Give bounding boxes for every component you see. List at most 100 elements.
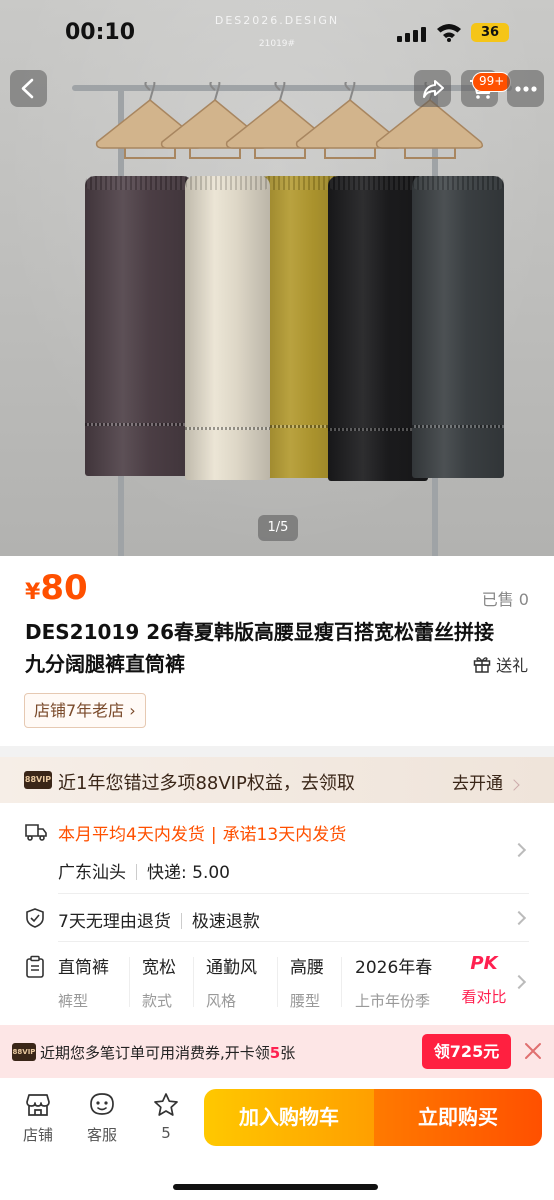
return-policy-text: 7天无理由退货 — [58, 912, 171, 932]
more-button[interactable] — [507, 70, 544, 107]
waistband — [85, 176, 193, 190]
divider — [58, 941, 529, 942]
share-button[interactable] — [414, 70, 451, 107]
service-card: 本月平均4天内发货 | 承诺13天内发货 广东汕头 快递: 5.00 7天无理由退货极… — [0, 803, 554, 1025]
shield-check-icon — [26, 908, 44, 928]
divider — [193, 957, 194, 1007]
attribute-item: 2026年春 上市年份季 — [355, 953, 441, 1011]
add-to-cart-button[interactable]: 加入购物车 — [204, 1089, 374, 1146]
product-image-carousel[interactable]: DES2026.DESIGN 21019# 00:10 36 99+ 1/5 — [0, 0, 554, 556]
home-indicator — [173, 1184, 378, 1190]
image-counter: 1/5 — [258, 515, 298, 541]
cart-count-badge: 99+ — [472, 72, 512, 92]
compare-label: 看对比 — [461, 988, 507, 1006]
pants-item — [185, 176, 270, 480]
divider — [58, 893, 529, 894]
status-bar: 00:10 36 — [0, 0, 554, 64]
attribute-key: 腰型 — [290, 992, 321, 1010]
tab-customer-service[interactable]: 客服 — [72, 1092, 132, 1145]
attribute-key: 裤型 — [58, 992, 89, 1010]
divider — [277, 957, 278, 1007]
favorites-count: 5 — [161, 1124, 171, 1142]
attribute-value: 高腰 — [290, 958, 324, 978]
bottom-action-bar: 店铺 客服 5 加入购物车 立即购买 — [0, 1078, 554, 1200]
wifi-icon — [437, 24, 461, 42]
lace-trim — [185, 427, 270, 430]
vip-banner-text: 近1年您错过多项88VIP权益，去领取 — [58, 773, 355, 794]
attribute-item: 通勤风 风格 — [206, 953, 257, 1011]
shipping-info[interactable]: 本月平均4天内发货 | 承诺13天内发货 — [58, 820, 346, 845]
chevron-right-icon[interactable] — [511, 842, 527, 858]
shop-age-tag[interactable]: 店铺7年老店 › — [24, 693, 146, 728]
attribute-key: 风格 — [206, 992, 237, 1010]
product-title-text: DES21019 26春夏韩版高腰显瘦百搭宽松蕾丝拼接九分阔腿裤直筒裤 — [25, 620, 495, 676]
coupon-bar: 88VIP 近期您多笔订单可用消费券,开卡领5张 领725元 — [0, 1025, 554, 1078]
shop-age-label: 店铺7年老店 — [34, 701, 125, 720]
coupon-text-post: 张 — [280, 1044, 296, 1062]
gift-icon — [473, 657, 491, 673]
coupon-text: 近期您多笔订单可用消费券,开卡领5张 — [40, 1042, 295, 1063]
attribute-item: 直筒裤 裤型 — [58, 953, 109, 1011]
express-fee: 快递: 5.00 — [147, 863, 230, 883]
price: ¥80 — [25, 568, 88, 608]
chevron-left-icon — [21, 78, 34, 99]
back-button[interactable] — [10, 70, 47, 107]
product-info-card: ¥80 已售 0 DES21019 26春夏韩版高腰显瘦百搭宽松蕾丝拼接九分阔腿… — [0, 556, 554, 746]
divider — [129, 957, 130, 1007]
claim-coupon-button[interactable]: 领725元 — [422, 1034, 511, 1069]
attribute-value: 直筒裤 — [58, 958, 109, 978]
pk-icon: PK — [470, 953, 498, 974]
attribute-item: 高腰 腰型 — [290, 953, 324, 1011]
attribute-value: 宽松 — [142, 958, 176, 978]
waistband — [412, 176, 504, 190]
ship-separator: | — [210, 825, 217, 845]
pants-item — [85, 176, 193, 476]
battery-icon: 36 — [471, 23, 509, 42]
gift-label: 送礼 — [496, 656, 529, 675]
tab-favorites[interactable]: 5 — [136, 1092, 196, 1142]
return-policy[interactable]: 7天无理由退货 极速退款 — [58, 907, 260, 932]
clipboard-icon — [26, 955, 44, 978]
chevron-right-icon — [508, 779, 521, 791]
signal-icon — [397, 27, 427, 42]
currency-symbol: ¥ — [25, 580, 41, 605]
share-icon — [423, 80, 444, 98]
shipping-origin: 广东汕头 快递: 5.00 — [58, 858, 230, 883]
tab-service-label: 客服 — [86, 1126, 117, 1144]
attribute-item: 宽松 款式 — [142, 953, 176, 1011]
store-icon — [26, 1094, 50, 1116]
attribute-key: 上市年份季 — [355, 992, 431, 1010]
ship-avg: 本月平均4天内发货 — [58, 825, 205, 845]
delivery-truck-icon — [25, 824, 47, 841]
gift-button[interactable]: 送礼 — [473, 650, 553, 682]
customer-service-icon — [90, 1093, 114, 1115]
tab-shop[interactable]: 店铺 — [8, 1092, 68, 1145]
compare-button[interactable]: PK 看对比 — [454, 953, 514, 1007]
more-icon — [515, 86, 537, 92]
pants-item — [412, 176, 504, 478]
refund-text: 极速退款 — [191, 912, 260, 932]
origin-city: 广东汕头 — [58, 863, 126, 883]
vip-open-label: 去开通 — [452, 774, 503, 794]
attribute-value: 2026年春 — [355, 958, 433, 978]
vip-open-link[interactable]: 去开通 — [452, 769, 521, 794]
chevron-right-icon[interactable] — [511, 910, 527, 926]
star-icon — [154, 1093, 178, 1116]
divider — [341, 957, 342, 1007]
sold-count: 已售 0 — [481, 590, 529, 609]
ship-promise: 承诺13天内发货 — [222, 825, 347, 845]
waistband — [185, 176, 270, 190]
close-icon[interactable] — [522, 1040, 544, 1062]
lace-trim — [412, 425, 504, 428]
chevron-right-icon[interactable] — [511, 974, 527, 990]
price-value: 80 — [40, 568, 88, 608]
chevron-right-icon: › — [129, 701, 136, 720]
buy-now-button[interactable]: 立即购买 — [374, 1089, 542, 1146]
product-attributes[interactable]: 直筒裤 裤型 宽松 款式 通勤风 风格 高腰 腰型 2026年春 上市年份季 — [58, 953, 498, 1013]
tab-shop-label: 店铺 — [22, 1126, 53, 1144]
product-title[interactable]: DES21019 26春夏韩版高腰显瘦百搭宽松蕾丝拼接九分阔腿裤直筒裤 送礼 — [25, 616, 528, 680]
status-time: 00:10 — [65, 20, 136, 45]
attribute-key: 款式 — [142, 992, 173, 1010]
vip-logo: 88VIP — [24, 771, 52, 789]
vip-banner[interactable]: 88VIP 近1年您错过多项88VIP权益，去领取 去开通 — [0, 757, 554, 803]
